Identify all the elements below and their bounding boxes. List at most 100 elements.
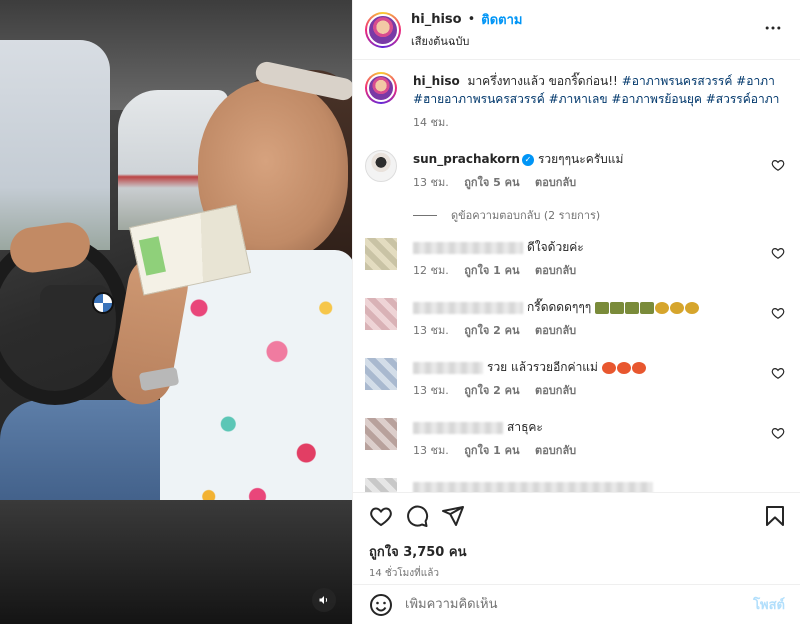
blurred-comment: [413, 481, 653, 492]
commenter-avatar[interactable]: [365, 478, 397, 492]
view-replies-button[interactable]: ดูข้อความตอบกลับ (2 รายการ): [413, 206, 785, 224]
comment-text: ดีใจด้วยค่ะ: [527, 240, 584, 254]
comment-meta: 12 ชม. ถูกใจ 1 คน ตอบกลับ: [413, 262, 785, 280]
comment-meta: 13 ชม. ถูกใจ 5 คน ตอบกลับ: [413, 174, 785, 192]
comment-body: สาธุคะ 13 ชม. ถูกใจ 1 คน ตอบกลับ: [413, 418, 785, 460]
emoji-icon: [595, 301, 610, 314]
post-button[interactable]: โพสต์: [753, 594, 785, 615]
commenter-avatar[interactable]: [365, 358, 397, 390]
star-struck-icon: [616, 361, 631, 374]
avatar-image: [367, 13, 399, 46]
comment-heart-icon[interactable]: [771, 366, 785, 380]
separator-dot: •: [467, 12, 476, 27]
post-panel: hi_hiso • ติดตาม เสียงต้นฉบับ hi_hiso มา…: [352, 0, 800, 624]
comment-line: กรี๊ดดดดๆๆๆ: [413, 298, 785, 316]
money-bag-icon: [670, 301, 685, 314]
comment-time: 13 ชม.: [413, 324, 449, 337]
floral-shirt: [160, 250, 352, 540]
comment-heart-icon[interactable]: [771, 306, 785, 320]
comments-section[interactable]: hi_hiso มาครึ่งทางแล้ว ขอกริ๊ดก่อน!! #อา…: [353, 60, 800, 492]
star-struck-icon: [601, 361, 616, 374]
comment-line: สาธุคะ: [413, 418, 785, 436]
star-struck-icon: [631, 361, 646, 374]
car-window: [0, 40, 110, 250]
caption-time: 14 ชม.: [413, 116, 449, 129]
comment-body: ดีใจด้วยค่ะ 12 ชม. ถูกใจ 1 คน ตอบกลับ: [413, 238, 785, 280]
comment-text: สาธุคะ: [507, 420, 543, 434]
commenter-avatar[interactable]: [365, 298, 397, 330]
ellipsis-icon[interactable]: [761, 18, 785, 42]
follow-button[interactable]: ติดตาม: [481, 9, 522, 30]
share-icon[interactable]: [441, 504, 465, 528]
commenter-avatar[interactable]: [365, 238, 397, 270]
comment-body: รวย แล้วรวยอีกค่าแม่ 13 ชม. ถูกใจ 2 คน ต…: [413, 358, 785, 400]
comment-meta: 13 ชม. ถูกใจ 1 คน ตอบกลับ: [413, 442, 785, 460]
comment-item: สาธุคะ 13 ชม. ถูกใจ 1 คน ตอบกลับ: [365, 418, 785, 460]
comment-item: รวย แล้วรวยอีกค่าแม่ 13 ชม. ถูกใจ 2 คน ต…: [365, 358, 785, 400]
post-time: 14 ชั่วโมงที่แล้ว: [369, 568, 439, 579]
comment-line: sun_prachakorn ✓ รวยๆๆนะครับแม่: [413, 150, 785, 168]
comment-time: 13 ชม.: [413, 176, 449, 189]
blurred-username: [413, 241, 523, 254]
car-console: [0, 500, 352, 624]
blurred-username: [413, 301, 523, 314]
header-text: hi_hiso • ติดตาม เสียงต้นฉบับ: [411, 9, 761, 50]
comment-username[interactable]: sun_prachakorn: [413, 152, 520, 166]
avatar[interactable]: [365, 11, 401, 48]
audio-label[interactable]: เสียงต้นฉบับ: [411, 32, 761, 50]
comment-meta: 13 ชม. ถูกใจ 2 คน ตอบกลับ: [413, 382, 785, 400]
likes-count[interactable]: ถูกใจ 3,750 คน: [369, 541, 787, 562]
replies-line: [413, 214, 437, 216]
comment-text: รวยๆๆนะครับแม่: [537, 152, 624, 166]
speaker-icon[interactable]: [312, 588, 336, 612]
caption-line: hi_hiso มาครึ่งทางแล้ว ขอกริ๊ดก่อน!! #อา…: [413, 72, 785, 108]
comment-likes[interactable]: ถูกใจ 2 คน: [464, 324, 519, 337]
caption-avatar-image: [367, 74, 395, 102]
reply-button[interactable]: ตอบกลับ: [535, 444, 576, 457]
car-logo: [92, 292, 114, 314]
emoji-icon: [625, 301, 640, 314]
comment-input[interactable]: [405, 597, 754, 612]
caption-meta: 14 ชม.: [413, 114, 785, 132]
caption-username[interactable]: hi_hiso: [413, 74, 460, 88]
post-video[interactable]: [0, 0, 352, 624]
heart-icon[interactable]: [369, 504, 393, 528]
comment-likes[interactable]: ถูกใจ 1 คน: [464, 444, 519, 457]
comment-heart-icon[interactable]: [771, 426, 785, 440]
comment-heart-icon[interactable]: [771, 158, 785, 172]
caption: hi_hiso มาครึ่งทางแล้ว ขอกริ๊ดก่อน!! #อา…: [365, 72, 785, 132]
comment-body: กรี๊ดดดดๆๆๆ 13 ชม. ถูกใจ 2 คน ตอบกลับ: [413, 298, 785, 340]
commenter-avatar[interactable]: [365, 150, 397, 182]
reply-button[interactable]: ตอบกลับ: [535, 264, 576, 277]
comment-meta: 13 ชม. ถูกใจ 2 คน ตอบกลับ: [413, 322, 785, 340]
blurred-username: [413, 421, 503, 434]
post-header: hi_hiso • ติดตาม เสียงต้นฉบับ: [353, 0, 800, 60]
comment-body: sun_prachakorn ✓ รวยๆๆนะครับแม่ 13 ชม. ถูก…: [413, 150, 785, 192]
comment-time: 13 ชม.: [413, 384, 449, 397]
comment-item: ดีใจด้วยค่ะ 12 ชม. ถูกใจ 1 คน ตอบกลับ: [365, 238, 785, 280]
comment-icon[interactable]: [405, 504, 429, 528]
caption-avatar[interactable]: [365, 72, 397, 104]
comment-text: กรี๊ดดดดๆๆๆ: [527, 300, 592, 314]
comment-line: ดีใจด้วยค่ะ: [413, 238, 785, 256]
emoji-icon: [610, 301, 625, 314]
comment-likes[interactable]: ถูกใจ 1 คน: [464, 264, 519, 277]
emoji-picker-icon[interactable]: [369, 593, 393, 617]
comment-likes[interactable]: ถูกใจ 2 คน: [464, 384, 519, 397]
comment-line: รวย แล้วรวยอีกค่าแม่: [413, 358, 785, 376]
emoji-icon: [640, 301, 655, 314]
comment-heart-icon[interactable]: [771, 246, 785, 260]
comment-item: sun_prachakorn ✓ รวยๆๆนะครับแม่ 13 ชม. ถูก…: [365, 150, 785, 192]
reply-button[interactable]: ตอบกลับ: [535, 384, 576, 397]
action-icons: [369, 503, 787, 529]
caption-body: hi_hiso มาครึ่งทางแล้ว ขอกริ๊ดก่อน!! #อา…: [413, 72, 785, 132]
comment-time: 13 ชม.: [413, 444, 449, 457]
verified-icon: ✓: [521, 153, 534, 166]
reply-button[interactable]: ตอบกลับ: [535, 176, 576, 189]
post-username[interactable]: hi_hiso: [411, 12, 462, 27]
reply-button[interactable]: ตอบกลับ: [535, 324, 576, 337]
comment-likes[interactable]: ถูกใจ 5 คน: [464, 176, 519, 189]
commenter-avatar[interactable]: [365, 418, 397, 450]
money-bag-icon: [655, 301, 670, 314]
bookmark-icon[interactable]: [763, 504, 787, 528]
